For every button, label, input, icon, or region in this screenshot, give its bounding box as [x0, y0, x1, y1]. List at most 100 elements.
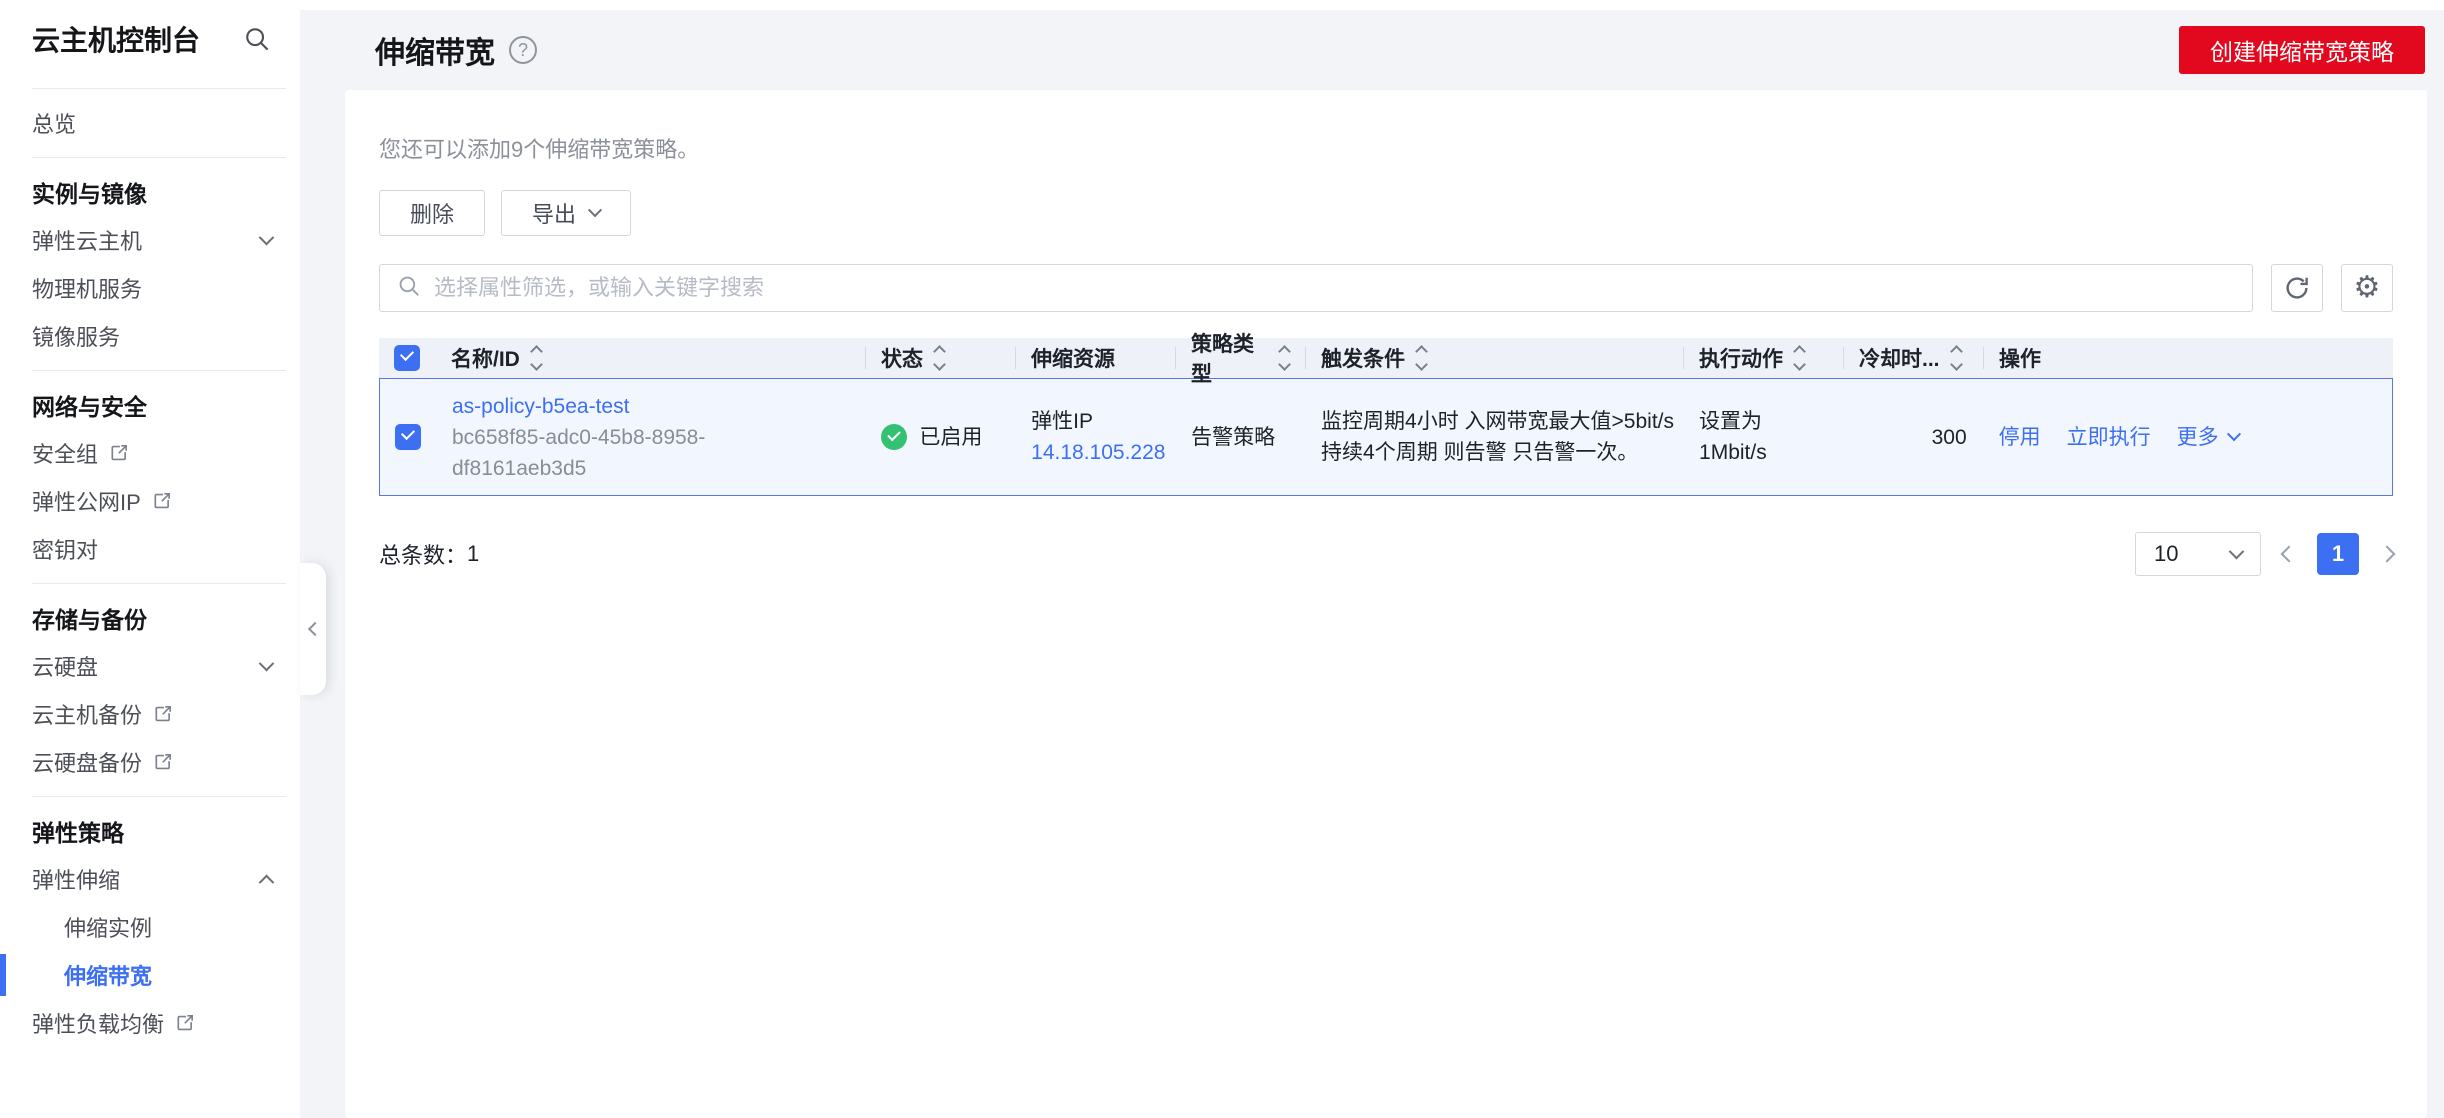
external-link-icon	[151, 490, 173, 512]
col-header-cooldown[interactable]: 冷却时...	[1843, 338, 1983, 378]
sidebar-item-label: 云硬盘	[32, 655, 99, 680]
chevron-down-icon	[2226, 427, 2241, 442]
next-page-button[interactable]	[2378, 545, 2396, 563]
export-button[interactable]: 导出	[501, 190, 632, 236]
trigger-condition-text: 监控周期4小时 入网带宽最大值>5bit/s 持续4个周期 则告警 只告警一次。	[1321, 410, 1674, 464]
row-checkbox[interactable]	[395, 424, 421, 450]
quota-hint: 您还可以添加9个伸缩带宽策略。	[379, 137, 700, 162]
col-header-operation: 操作	[1983, 338, 2393, 378]
divider	[32, 370, 286, 371]
policy-table: 名称/ID 状态 伸缩资源 策略类型 触发条件 执行动作 冷却时... 操作 a…	[379, 333, 2393, 496]
divider	[32, 583, 286, 584]
col-header-policy-type[interactable]: 策略类型	[1175, 333, 1305, 386]
col-header-action[interactable]: 执行动作	[1683, 338, 1843, 378]
toolbar: 删除 导出	[379, 190, 2393, 236]
sidebar-item-disk-backup[interactable]: 云硬盘备份	[0, 738, 300, 786]
sort-icon[interactable]	[1415, 345, 1428, 371]
divider	[32, 157, 286, 158]
sort-icon[interactable]	[1793, 345, 1806, 371]
external-link-icon	[108, 442, 130, 464]
external-link-icon	[152, 703, 174, 725]
search-icon[interactable]	[242, 24, 272, 54]
sidebar-item-label: 弹性公网IP	[32, 490, 141, 515]
col-label: 名称/ID	[451, 348, 520, 371]
sidebar-item-label: 云主机备份	[32, 703, 143, 728]
previous-page-button[interactable]	[2280, 545, 2298, 563]
sort-icon[interactable]	[529, 345, 543, 371]
sidebar-collapse-button[interactable]	[300, 563, 326, 695]
delete-button-label: 删除	[410, 202, 455, 227]
delete-button[interactable]: 删除	[379, 190, 486, 236]
col-label: 触发条件	[1321, 348, 1405, 371]
settings-button[interactable]: ⚙	[2341, 264, 2393, 312]
disable-button[interactable]: 停用	[1999, 422, 2041, 453]
operation-cell: 停用 立即执行 更多	[1983, 422, 2392, 453]
col-label: 状态	[881, 348, 923, 371]
sidebar-item-physical-server[interactable]: 物理机服务	[0, 264, 300, 312]
search-icon	[396, 273, 422, 304]
current-page-button[interactable]: 1	[2317, 533, 2359, 575]
page-size-value: 10	[2154, 541, 2179, 566]
filter-search-box[interactable]	[379, 264, 2253, 312]
action-line1: 设置为	[1699, 410, 1763, 433]
col-header-scaling-resource: 伸缩资源	[1015, 338, 1175, 378]
action-line2: 1Mbit/s	[1699, 441, 1767, 464]
help-icon[interactable]: ?	[509, 36, 537, 64]
execute-now-button[interactable]: 立即执行	[2067, 422, 2151, 453]
col-label: 执行动作	[1699, 348, 1783, 371]
sidebar-item-scaling-instance[interactable]: 伸缩实例	[0, 903, 300, 951]
col-label: 伸缩资源	[1031, 348, 1115, 371]
cooldown-cell: 300	[1931, 425, 1967, 449]
name-id-cell: as-policy-b5ea-test bc658f85-adc0-45b8-8…	[436, 391, 865, 484]
sidebar-item-label: 弹性伸缩	[32, 868, 121, 893]
refresh-button[interactable]	[2271, 264, 2323, 312]
sidebar-item-scaling-bandwidth[interactable]: 伸缩带宽	[0, 951, 300, 999]
sidebar-item-auto-scaling[interactable]: 弹性伸缩	[0, 855, 300, 903]
search-input[interactable]	[434, 275, 2236, 301]
sidebar-item-keypair[interactable]: 密钥对	[0, 525, 300, 573]
sidebar-section-elastic-policy: 弹性策略	[32, 820, 124, 846]
sidebar-item-label: 镜像服务	[32, 325, 121, 350]
sidebar-item-server-backup[interactable]: 云主机备份	[0, 690, 300, 738]
more-button[interactable]: 更多	[2177, 422, 2241, 453]
divider	[32, 88, 286, 89]
sort-icon[interactable]	[933, 345, 946, 371]
sidebar-item-label: 伸缩实例	[64, 916, 153, 941]
sidebar-item-overview[interactable]: 总览	[0, 99, 300, 147]
col-header-status[interactable]: 状态	[865, 338, 1015, 378]
export-button-label: 导出	[532, 202, 577, 227]
col-label: 操作	[1999, 348, 2041, 371]
col-header-name-id[interactable]: 名称/ID	[435, 338, 865, 378]
chevron-down-icon	[258, 655, 275, 671]
sidebar-header: 云主机控制台	[0, 0, 300, 78]
page-title: 伸缩带宽	[375, 37, 495, 70]
status-label: 已启用	[919, 425, 983, 449]
sort-icon[interactable]	[1278, 345, 1291, 371]
content-card: 您还可以添加9个伸缩带宽策略。 删除 导出 ⚙	[345, 90, 2427, 1118]
sort-icon[interactable]	[1949, 345, 1963, 371]
chevron-left-icon	[307, 621, 323, 637]
scaling-resource-cell: 弹性IP 14.18.105.228	[1015, 406, 1175, 468]
total-count-value: 1	[467, 541, 480, 566]
sidebar-item-label: 弹性云主机	[32, 229, 143, 254]
chevron-up-icon	[258, 874, 275, 890]
policy-name-link[interactable]: as-policy-b5ea-test	[452, 391, 849, 422]
sidebar-item-ecs[interactable]: 弹性云主机	[0, 216, 300, 264]
sidebar-item-label: 物理机服务	[32, 277, 143, 302]
sidebar-item-label: 安全组	[32, 442, 99, 467]
select-all-checkbox[interactable]	[394, 345, 420, 371]
sidebar-item-label: 伸缩带宽	[64, 964, 153, 989]
col-header-trigger-condition[interactable]: 触发条件	[1305, 338, 1683, 378]
sidebar-item-eip[interactable]: 弹性公网IP	[0, 477, 300, 525]
page-size-select[interactable]: 10	[2135, 532, 2261, 576]
sidebar-item-image-service[interactable]: 镜像服务	[0, 312, 300, 360]
sidebar-item-elb[interactable]: 弹性负载均衡	[0, 999, 300, 1047]
table-row: as-policy-b5ea-test bc658f85-adc0-45b8-8…	[379, 378, 2393, 496]
row-select-cell	[380, 424, 436, 450]
resource-ip-link[interactable]: 14.18.105.228	[1031, 437, 1171, 468]
sidebar-item-security-group[interactable]: 安全组	[0, 429, 300, 477]
refresh-icon	[2286, 277, 2308, 299]
sidebar-item-evs[interactable]: 云硬盘	[0, 642, 300, 690]
trigger-condition-cell: 监控周期4小时 入网带宽最大值>5bit/s 持续4个周期 则告警 只告警一次。	[1305, 406, 1683, 468]
create-bandwidth-policy-button[interactable]: 创建伸缩带宽策略	[2179, 26, 2425, 74]
